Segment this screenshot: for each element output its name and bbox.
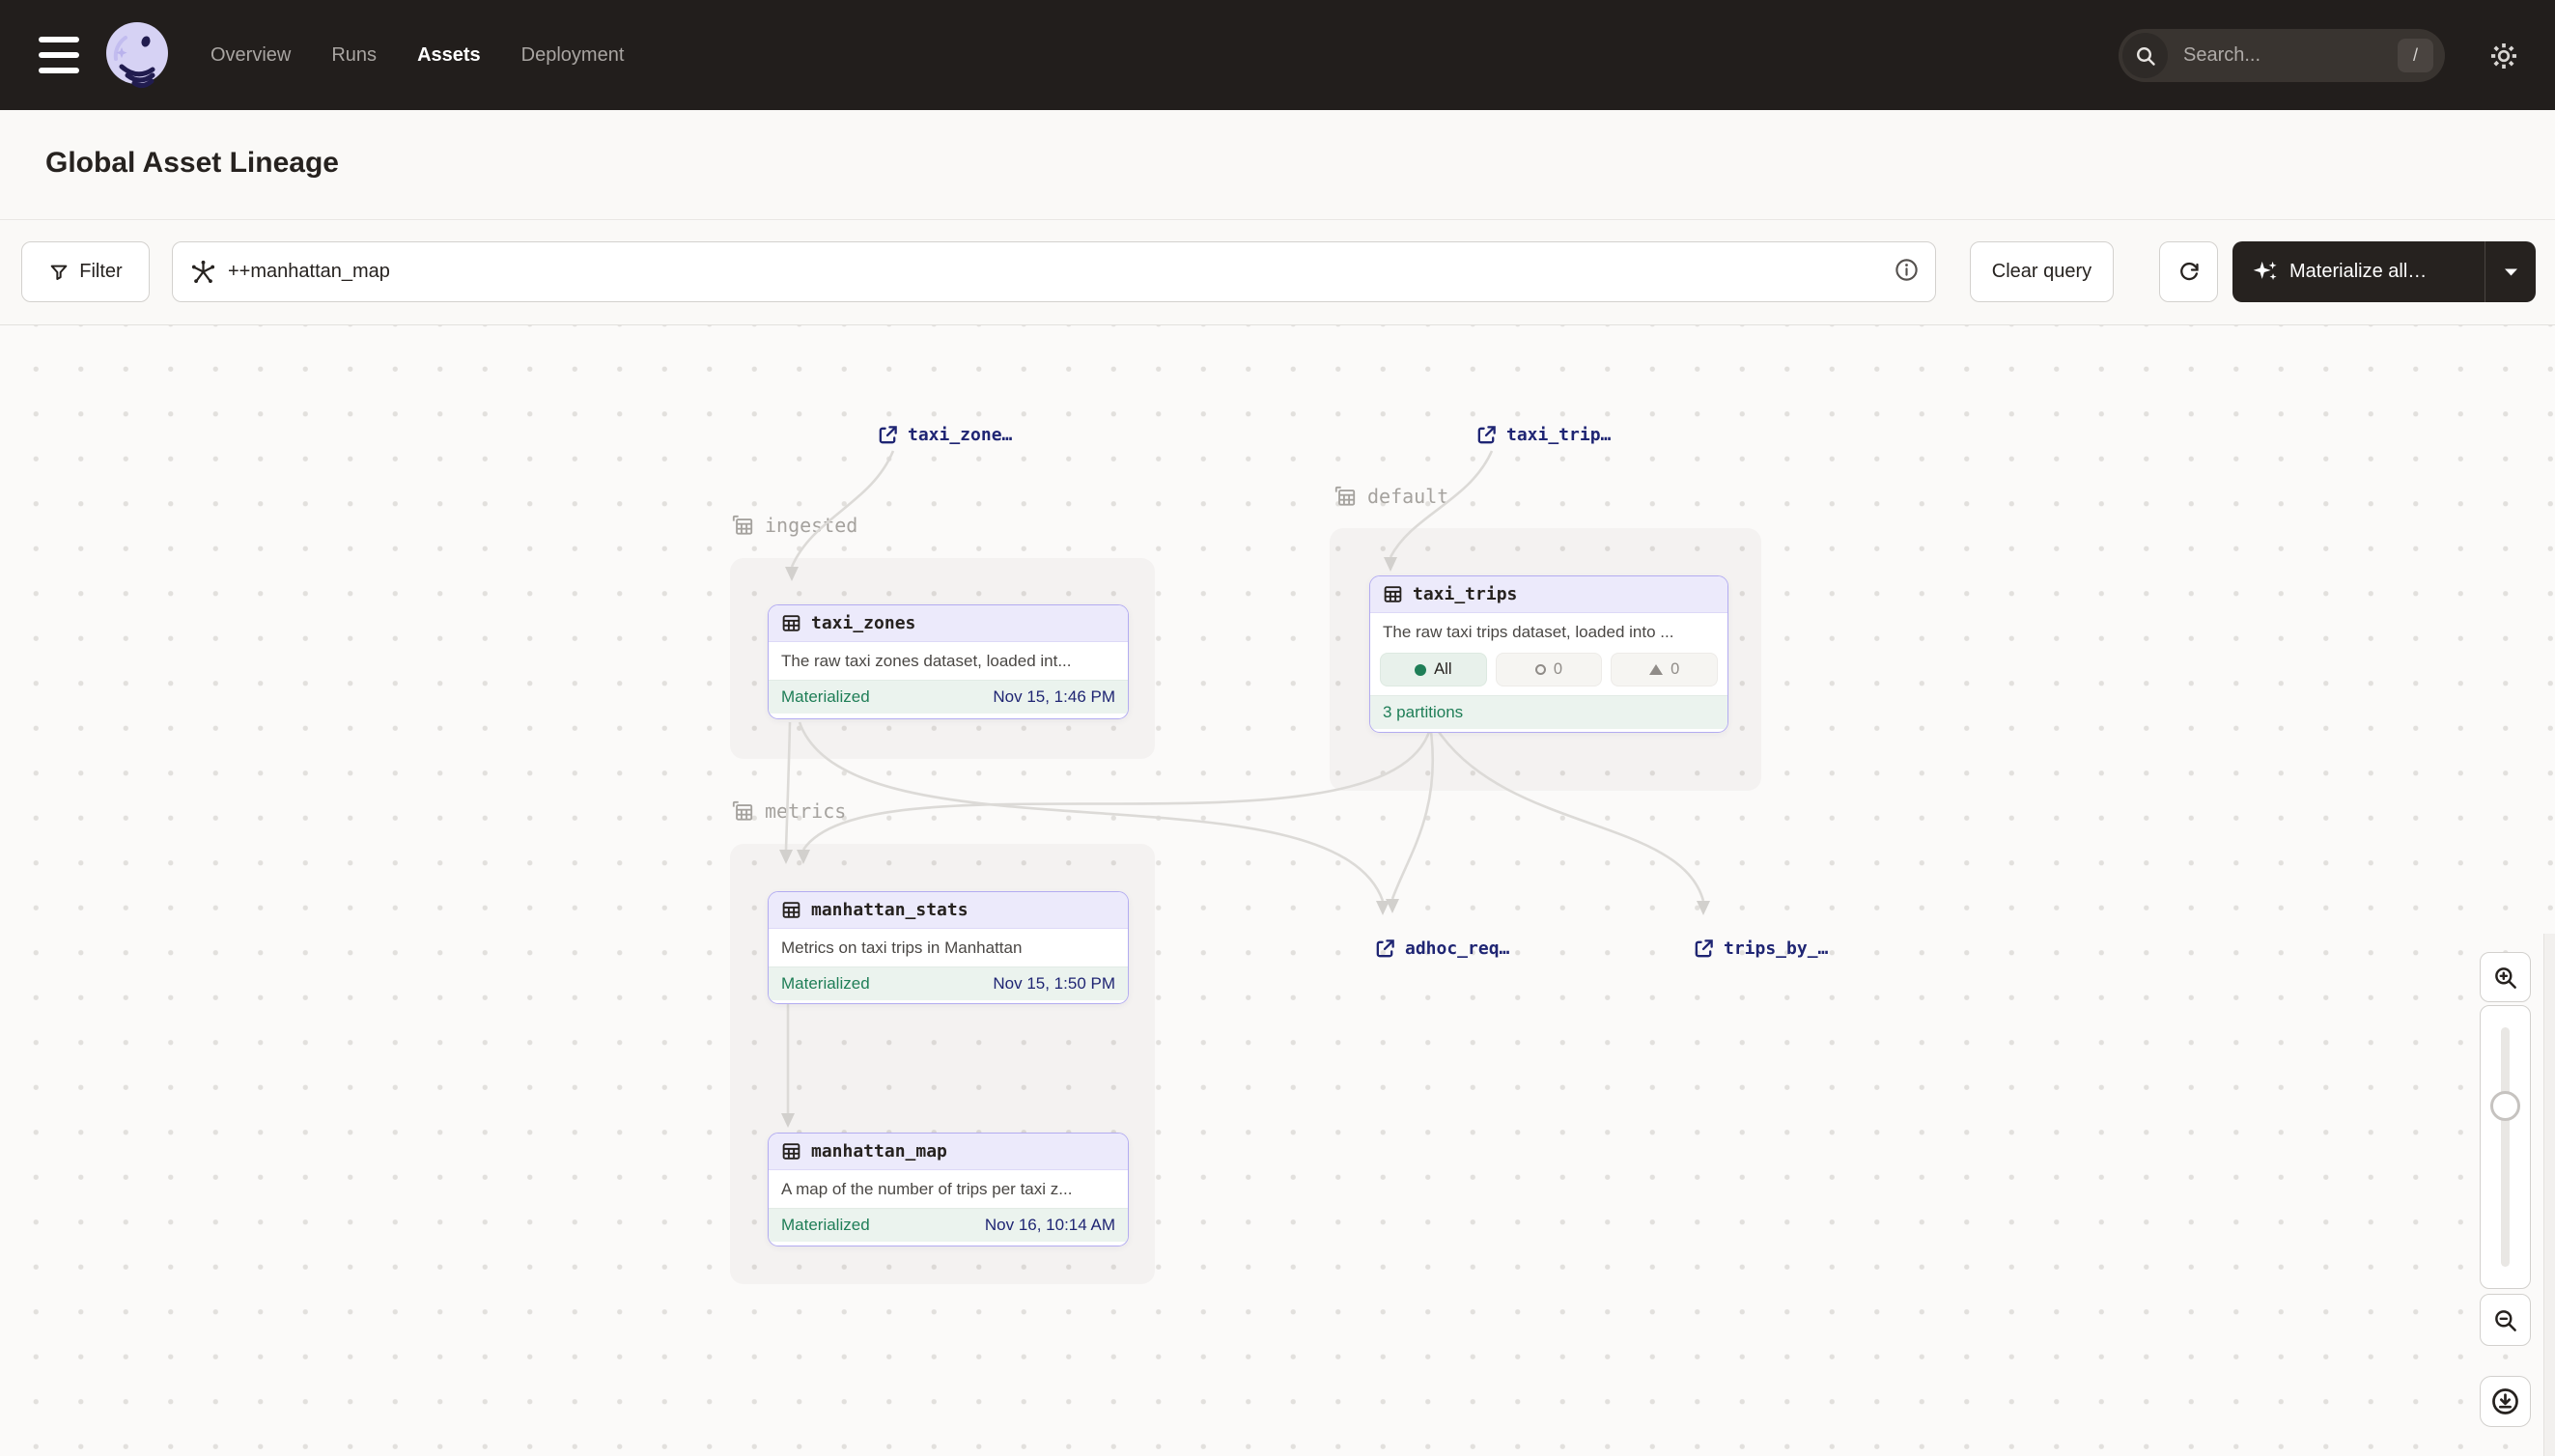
table-icon — [781, 900, 801, 920]
partition-pill-all[interactable]: All — [1380, 653, 1487, 686]
materialization-timestamp: Nov 16, 10:14 AM — [985, 1216, 1115, 1235]
zoom-out-button[interactable] — [2480, 1294, 2531, 1346]
zoom-slider-thumb[interactable] — [2490, 1091, 2520, 1121]
asset-node-manhattan_map[interactable]: manhattan_map A map of the number of tri… — [768, 1133, 1129, 1246]
external-link-icon — [1693, 938, 1715, 960]
download-icon — [2490, 1386, 2520, 1416]
nav-item-assets[interactable]: Assets — [417, 44, 481, 67]
primary-nav: Overview Runs Assets Deployment — [211, 0, 624, 110]
external-asset-taxi_zone[interactable]: taxi_zone… — [877, 424, 1012, 446]
page-header: Global Asset Lineage Reload definitions — [0, 110, 2555, 220]
search-input[interactable]: Search... / — [2119, 29, 2445, 82]
table-icon — [781, 613, 801, 633]
page-title: Global Asset Lineage — [45, 147, 339, 180]
asset-description: The raw taxi zones dataset, loaded int..… — [769, 642, 1128, 680]
sparkle-icon — [2252, 259, 2278, 285]
clear-query-label: Clear query — [1992, 261, 2092, 283]
asset-description: A map of the number of trips per taxi z.… — [769, 1170, 1128, 1208]
group-name: metrics — [765, 799, 846, 823]
asset-query-input[interactable] — [228, 261, 1894, 283]
asset-group-icon — [1333, 484, 1358, 509]
table-icon — [781, 1141, 801, 1162]
status-badge: Materialized — [781, 974, 870, 994]
canvas-scrollbar[interactable] — [2543, 934, 2555, 1456]
asset-node-taxi_trips[interactable]: taxi_trips The raw taxi trips dataset, l… — [1369, 575, 1728, 733]
external-asset-adhoc_req[interactable]: adhoc_req… — [1374, 938, 1509, 960]
asset-group-icon — [730, 798, 755, 824]
external-asset-label: adhoc_req… — [1405, 938, 1509, 959]
materialization-timestamp: Nov 15, 1:46 PM — [993, 687, 1115, 707]
zoom-slider-track — [2501, 1027, 2510, 1267]
nav-item-overview[interactable]: Overview — [211, 44, 291, 67]
external-link-icon — [1374, 938, 1396, 960]
clear-query-button[interactable]: Clear query — [1970, 241, 2114, 302]
external-link-icon — [877, 424, 899, 446]
green-dot-icon — [1415, 664, 1426, 676]
materialization-timestamp: Nov 15, 1:50 PM — [993, 974, 1115, 994]
op-graph-icon — [190, 259, 216, 285]
materialize-all-split-button: Materialize all… — [2232, 241, 2536, 302]
zoom-slider[interactable] — [2480, 1005, 2531, 1289]
lineage-canvas[interactable]: ingested default metrics — [0, 325, 2555, 1456]
group-name: default — [1367, 485, 1448, 508]
asset-name: taxi_trips — [1413, 584, 1517, 604]
asset-name: manhattan_stats — [811, 900, 969, 920]
external-asset-label: trips_by_… — [1724, 938, 1828, 959]
group-label-metrics: metrics — [730, 798, 846, 824]
refresh-graph-button[interactable] — [2159, 241, 2218, 302]
nav-item-deployment[interactable]: Deployment — [521, 44, 625, 67]
dagster-logo[interactable] — [102, 20, 172, 90]
search-shortcut-badge: / — [2398, 39, 2433, 72]
asset-query-box — [172, 241, 1936, 302]
zoom-out-icon — [2492, 1307, 2518, 1333]
triangle-icon — [1649, 664, 1663, 675]
query-info-icon[interactable] — [1894, 257, 1920, 288]
zoom-in-icon — [2492, 965, 2518, 991]
octopus-logo-icon — [102, 20, 172, 90]
refresh-icon — [2177, 261, 2201, 284]
caret-down-icon — [2505, 268, 2517, 276]
external-asset-taxi_trip[interactable]: taxi_trip… — [1475, 424, 1611, 446]
partition-pill-failed[interactable]: 0 — [1611, 653, 1718, 686]
top-nav: Overview Runs Assets Deployment Search..… — [0, 0, 2555, 110]
external-asset-trips_by[interactable]: trips_by_… — [1693, 938, 1828, 960]
partitions-footer: 3 partitions — [1383, 703, 1463, 722]
group-label-default: default — [1333, 484, 1448, 509]
filter-button[interactable]: Filter — [21, 241, 150, 302]
download-view-button[interactable] — [2480, 1376, 2531, 1427]
external-link-icon — [1475, 424, 1498, 446]
ring-icon — [1535, 664, 1546, 675]
asset-description: Metrics on taxi trips in Manhattan — [769, 929, 1128, 966]
group-label-ingested: ingested — [730, 513, 857, 538]
asset-name: taxi_zones — [811, 613, 915, 633]
nav-item-runs[interactable]: Runs — [331, 44, 377, 67]
hamburger-icon — [39, 37, 79, 42]
lineage-edges — [0, 325, 2555, 1456]
asset-node-manhattan_stats[interactable]: manhattan_stats Metrics on taxi trips in… — [768, 891, 1129, 1004]
status-badge: Materialized — [781, 687, 870, 707]
zoom-in-button[interactable] — [2480, 952, 2531, 1002]
group-name: ingested — [765, 514, 857, 537]
filter-label: Filter — [79, 261, 122, 283]
external-asset-label: taxi_zone… — [908, 425, 1012, 445]
app-root: Overview Runs Assets Deployment Search..… — [0, 0, 2555, 1456]
asset-name: manhattan_map — [811, 1141, 947, 1162]
search-icon — [2122, 33, 2168, 78]
menu-button[interactable] — [39, 37, 79, 73]
settings-gear-icon[interactable] — [2487, 40, 2520, 72]
materialize-all-label: Materialize all… — [2289, 261, 2427, 283]
external-asset-label: taxi_trip… — [1506, 425, 1611, 445]
lineage-toolbar: Filter Clear query — [0, 221, 2555, 325]
asset-description: The raw taxi trips dataset, loaded into … — [1370, 613, 1727, 651]
materialize-all-button[interactable]: Materialize all… — [2232, 241, 2485, 302]
search-placeholder: Search... — [2183, 44, 2398, 67]
status-badge: Materialized — [781, 1216, 870, 1235]
filter-funnel-icon — [48, 262, 70, 283]
materialize-dropdown-button[interactable] — [2485, 241, 2536, 302]
asset-node-taxi_zones[interactable]: taxi_zones The raw taxi zones dataset, l… — [768, 604, 1129, 719]
table-icon — [1383, 584, 1403, 604]
partition-pill-missing[interactable]: 0 — [1496, 653, 1603, 686]
asset-group-icon — [730, 513, 755, 538]
